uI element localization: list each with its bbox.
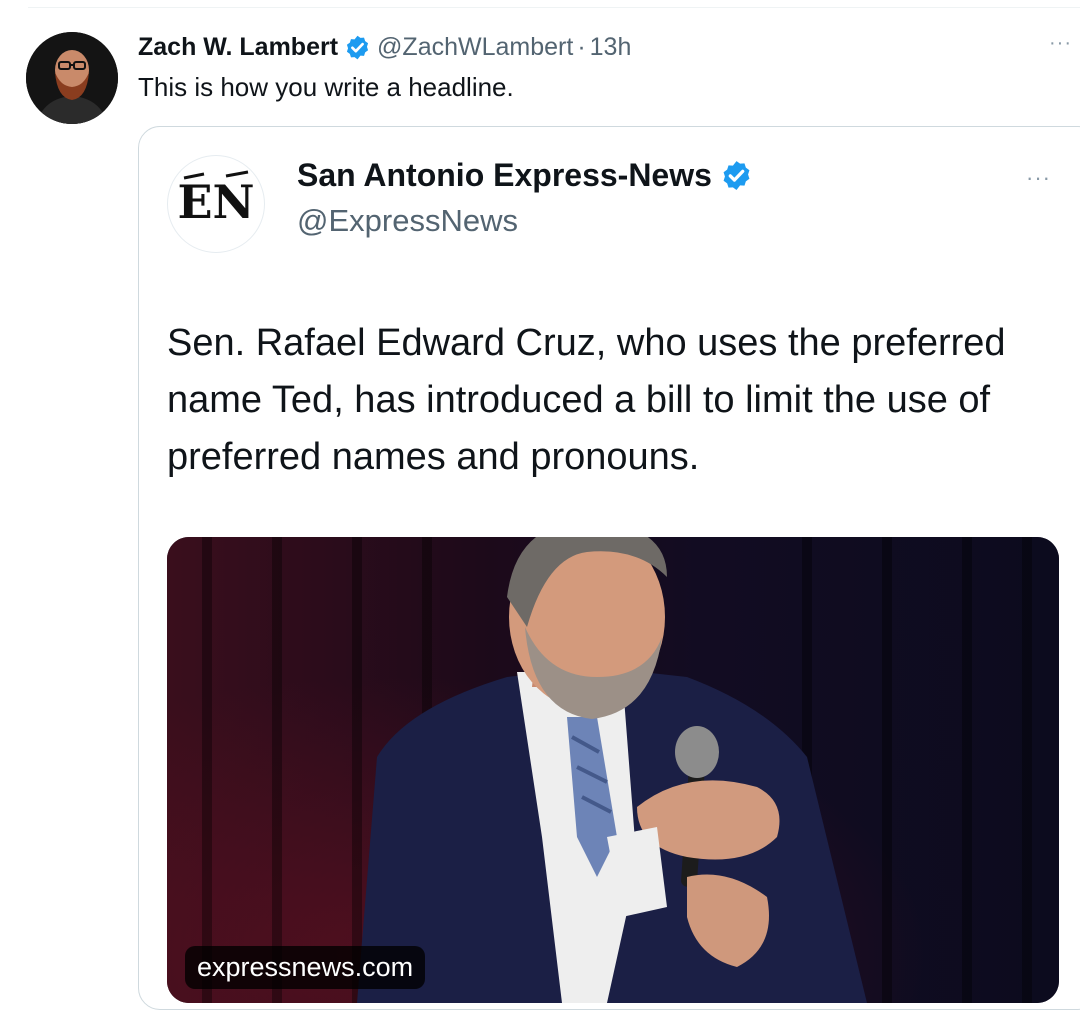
- quoted-author-name[interactable]: San Antonio Express-News: [297, 157, 712, 194]
- more-options-icon[interactable]: ···: [1049, 32, 1072, 55]
- author-handle[interactable]: @ZachWLambert: [377, 33, 573, 62]
- quoted-tweet-text: Sen. Rafael Edward Cruz, who uses the pr…: [167, 322, 1006, 478]
- tweet-text: This is how you write a headline.: [138, 72, 514, 102]
- author-avatar[interactable]: [26, 32, 118, 124]
- separator-dot: ·: [577, 32, 586, 61]
- verified-badge-icon: [346, 35, 369, 59]
- verified-badge-icon: [723, 161, 750, 190]
- quoted-name-row: San Antonio Express-News: [297, 157, 753, 194]
- media-domain-label[interactable]: expressnews.com: [185, 946, 426, 989]
- tweet-header: Zach W. Lambert @ZachWLambert · 13h: [138, 28, 631, 66]
- article-photo[interactable]: expressnews.com: [167, 537, 1059, 1003]
- tweet-time[interactable]: 13h: [590, 33, 632, 62]
- quoted-tweet-card[interactable]: EN San Antonio Express-News @ExpressNews…: [138, 126, 1080, 1010]
- logo-text: EN: [177, 175, 254, 229]
- express-news-logo-avatar[interactable]: EN: [167, 155, 265, 253]
- top-divider: [28, 7, 1080, 8]
- quoted-author-handle[interactable]: @ExpressNews: [297, 203, 518, 239]
- author-name[interactable]: Zach W. Lambert: [138, 33, 338, 62]
- more-options-icon[interactable]: ···: [1026, 165, 1051, 191]
